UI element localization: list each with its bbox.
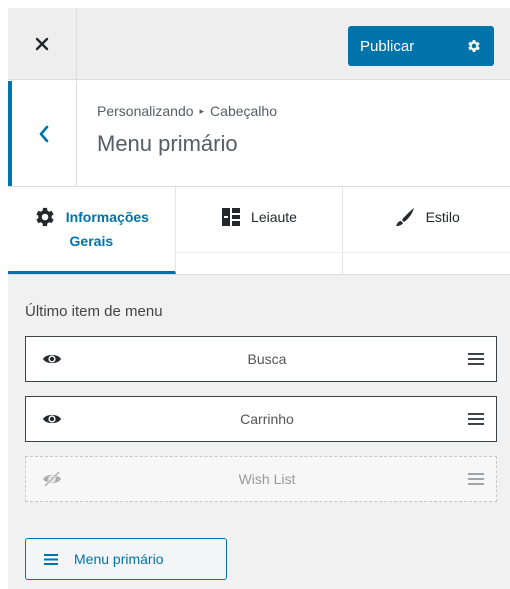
drag-handle-icon[interactable]	[462, 473, 484, 485]
brush-icon	[395, 208, 414, 226]
tab-general[interactable]: Informações Gerais	[8, 187, 176, 274]
tab-general-label-line1: Informações	[65, 209, 149, 225]
tab-style-footer	[343, 252, 510, 274]
visibility-toggle[interactable]	[42, 412, 72, 426]
publish-button[interactable]: Publicar	[348, 26, 494, 66]
drag-handle-icon[interactable]	[462, 353, 484, 365]
header-actions: Publicar	[77, 8, 510, 79]
menu-icon	[44, 553, 58, 565]
customizer-header: Publicar	[8, 8, 510, 80]
panel-title: Menu primário	[97, 131, 238, 156]
menu-item-label: Wish List	[238, 471, 296, 487]
breadcrumb-current: Cabeçalho	[210, 103, 277, 119]
drag-handle-icon[interactable]	[462, 413, 484, 425]
primary-menu-button[interactable]: Menu primário	[25, 538, 227, 580]
publish-label: Publicar	[360, 37, 415, 55]
tab-bar: Informações Gerais Leiaute Estilo	[8, 187, 510, 275]
menu-item-cart[interactable]: Carrinho	[25, 396, 497, 442]
layout-icon	[222, 208, 241, 226]
menu-item-wishlist[interactable]: Wish List	[25, 456, 497, 502]
tab-general-label-line2: Gerais	[69, 233, 114, 249]
last-menu-item-label: Último item de menu	[25, 303, 163, 320]
tab-style-label: Estilo	[425, 209, 460, 225]
breadcrumb-parent: Personalizando	[97, 103, 194, 119]
tab-style[interactable]: Estilo	[343, 187, 510, 274]
back-button[interactable]	[8, 81, 77, 186]
gear-icon	[36, 207, 54, 227]
tab-layout-footer	[175, 252, 343, 274]
breadcrumb: Personalizando ▸ Cabeçalho	[97, 103, 277, 119]
tab-layout-label: Leiaute	[251, 209, 297, 225]
publish-settings-gear-icon[interactable]	[454, 38, 494, 54]
eye-icon	[43, 414, 61, 424]
eye-slash-icon	[43, 471, 61, 487]
panel-content: Último item de menu Busca Carrinho Wish …	[8, 275, 510, 589]
chevron-left-icon	[39, 125, 49, 142]
menu-item-label: Busca	[247, 351, 287, 367]
primary-menu-button-label: Menu primário	[74, 551, 164, 567]
tab-layout[interactable]: Leiaute	[175, 187, 344, 274]
close-button[interactable]	[8, 8, 77, 80]
visibility-toggle[interactable]	[42, 471, 72, 487]
section-header: Personalizando ▸ Cabeçalho Menu primário	[8, 81, 510, 187]
eye-icon	[43, 354, 61, 364]
menu-item-label: Carrinho	[240, 411, 294, 427]
breadcrumb-separator-icon: ▸	[199, 105, 205, 116]
close-icon	[35, 37, 49, 51]
menu-item-search[interactable]: Busca	[25, 336, 497, 382]
visibility-toggle[interactable]	[42, 352, 72, 366]
